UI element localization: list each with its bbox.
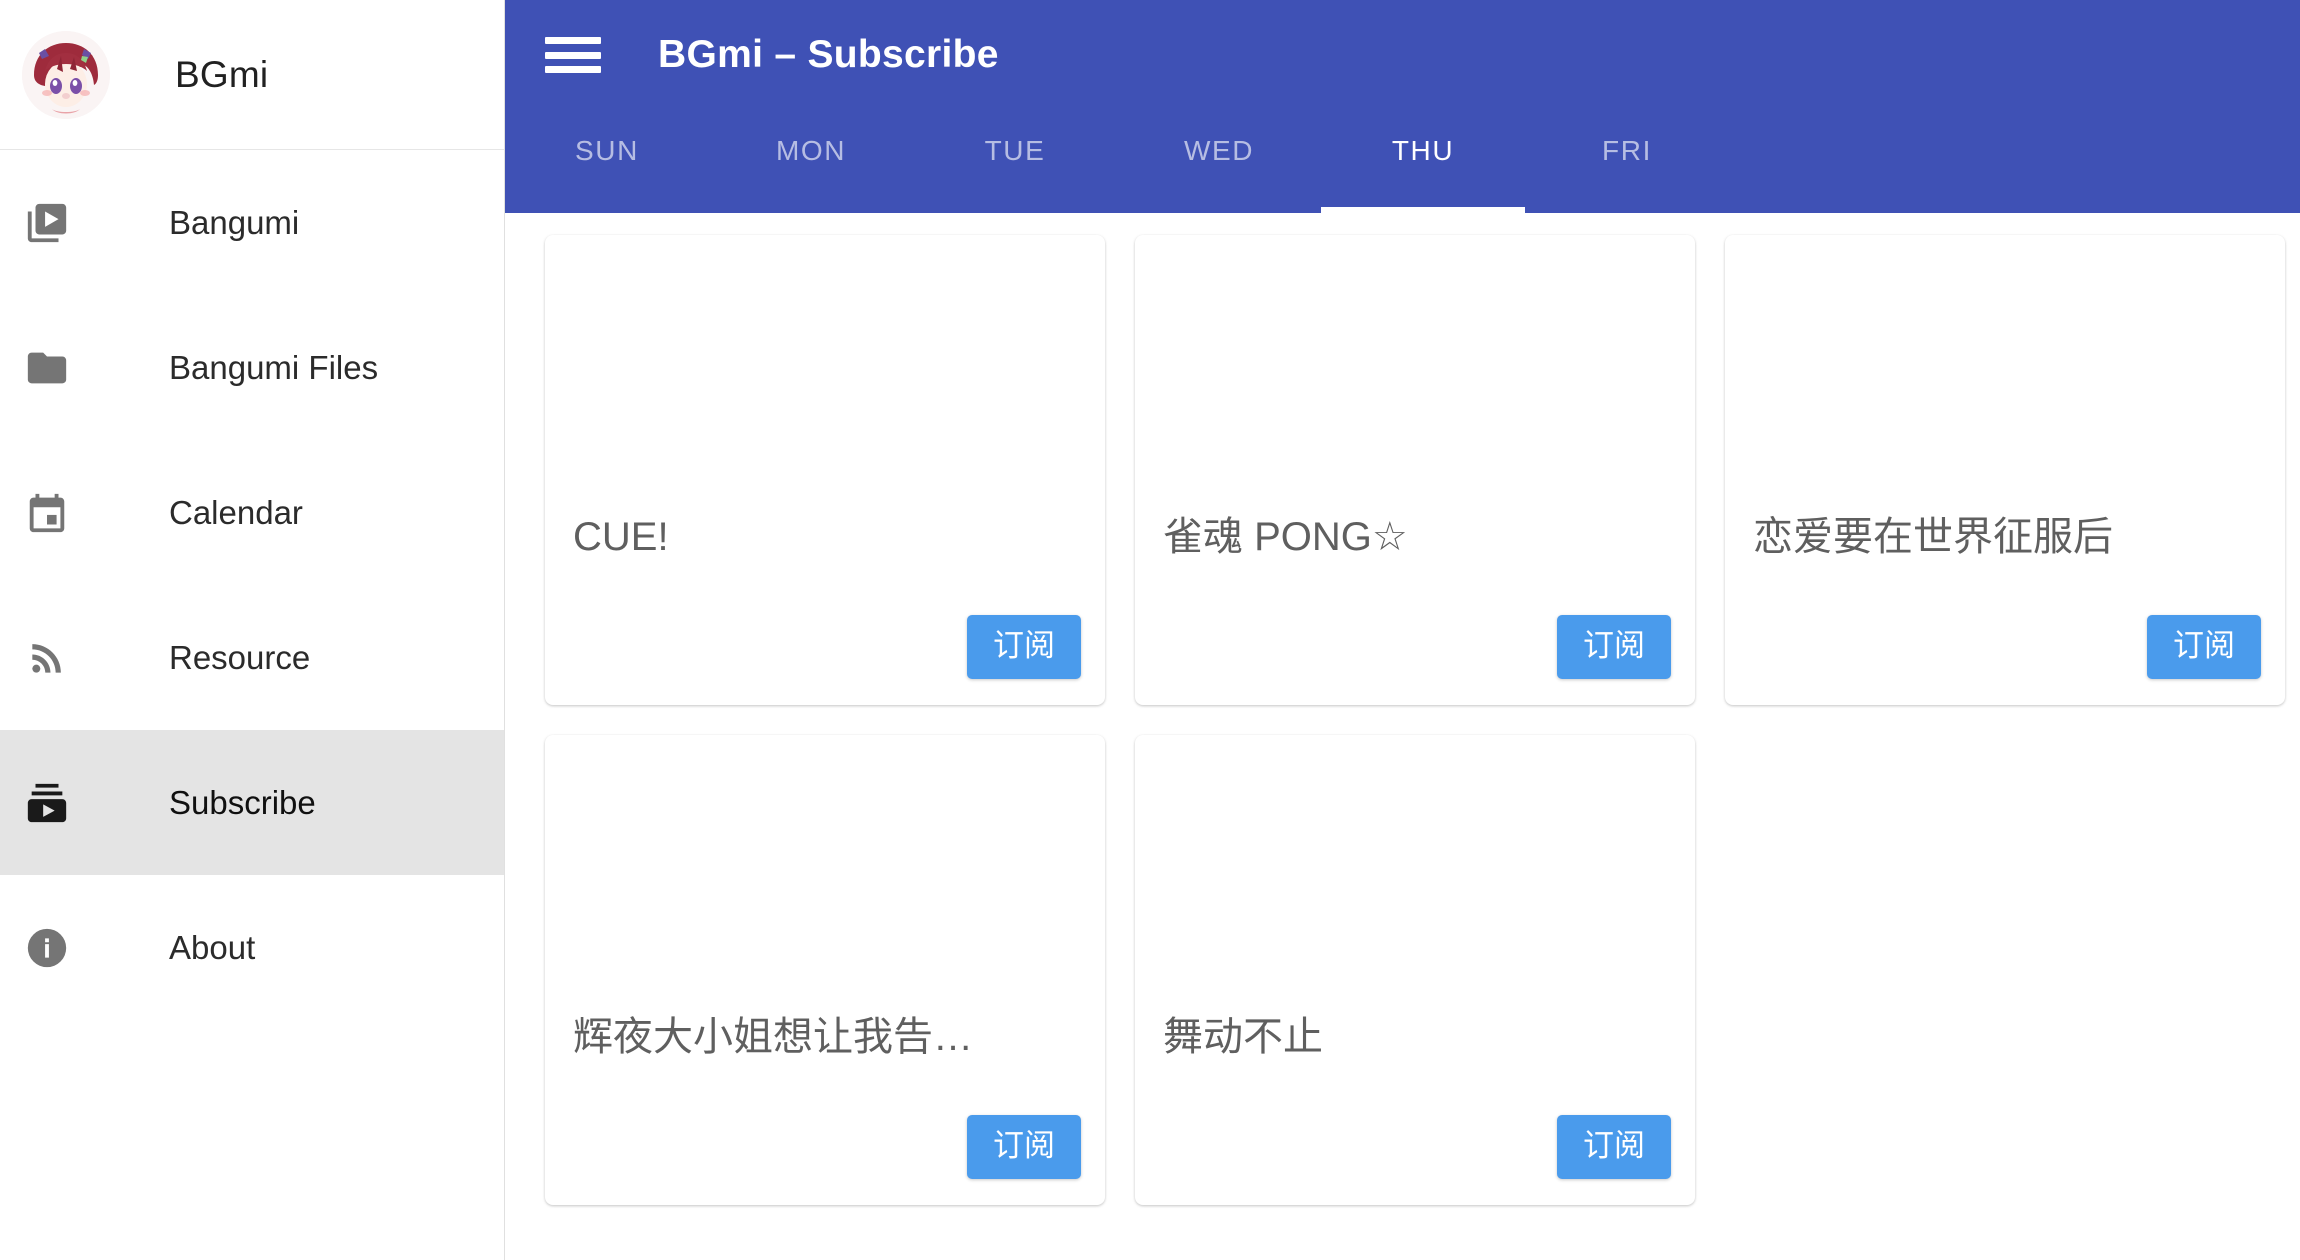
tab-thu[interactable]: THU <box>1321 110 1525 213</box>
hamburger-bar <box>545 51 601 59</box>
sidebar-item-bangumi[interactable]: Bangumi <box>0 150 504 295</box>
weekday-tabs: SUN MON TUE WED THU FRI <box>505 110 2300 213</box>
card-title: 舞动不止 <box>1163 1014 1323 1059</box>
tab-label: SUN <box>575 135 639 166</box>
card-title: 恋爱要在世界征服后 <box>1753 514 2113 559</box>
tab-sun[interactable]: SUN <box>505 110 709 213</box>
video-library-icon <box>22 198 72 248</box>
sidebar-item-label: Bangumi Files <box>169 348 379 386</box>
calendar-icon <box>22 488 72 538</box>
header-title-row: BGmi – Subscribe <box>505 0 2300 110</box>
page-title: BGmi – Subscribe <box>658 33 999 76</box>
tab-label: TUE <box>984 135 1046 166</box>
sidebar-item-label: Resource <box>169 638 311 676</box>
tab-label: MON <box>775 135 847 166</box>
bangumi-card-grid: CUE! 订阅 雀魂 PONG☆ 订阅 恋爱要在世界征服后 订阅 辉夜大小姐想让… <box>545 235 2300 1205</box>
card-actions: 订阅 <box>1135 614 1695 679</box>
sidebar-item-label: Subscribe <box>169 783 316 821</box>
brand-name: BGmi <box>175 53 269 95</box>
rss-feed-icon <box>22 633 72 683</box>
sidebar-item-label: About <box>169 928 256 966</box>
tab-label: WED <box>1183 135 1255 166</box>
bangumi-card[interactable]: 恋爱要在世界征服后 订阅 <box>1725 235 2285 705</box>
app-root: BGmi Bangumi Bangumi Files Calendar Reso… <box>0 0 2300 1260</box>
subscribe-button[interactable]: 订阅 <box>1557 1114 1671 1179</box>
bangumi-card[interactable]: 舞动不止 订阅 <box>1135 735 1695 1205</box>
subscribe-button[interactable]: 订阅 <box>1557 614 1671 679</box>
sidebar-item-subscribe[interactable]: Subscribe <box>0 730 504 875</box>
sidebar-brand-header: BGmi <box>0 0 504 150</box>
sidebar-item-label: Calendar <box>169 493 303 531</box>
info-circle-icon <box>22 923 72 973</box>
sidebar-item-calendar[interactable]: Calendar <box>0 440 504 585</box>
card-title: 雀魂 PONG☆ <box>1163 514 1408 559</box>
tab-label: THU <box>1391 135 1455 166</box>
tab-tue[interactable]: TUE <box>913 110 1117 213</box>
subscribe-button[interactable]: 订阅 <box>967 1114 1081 1179</box>
tab-fri[interactable]: FRI <box>1525 110 1729 213</box>
tab-label: FRI <box>1602 135 1652 166</box>
bangumi-card[interactable]: CUE! 订阅 <box>545 235 1105 705</box>
card-title: 辉夜大小姐想让我告… <box>573 1014 973 1059</box>
bangumi-card[interactable]: 辉夜大小姐想让我告… 订阅 <box>545 735 1105 1205</box>
app-header: BGmi – Subscribe SUN MON TUE WED THU FRI <box>505 0 2300 213</box>
hamburger-bar <box>545 66 601 73</box>
avatar <box>22 30 110 119</box>
bangumi-card[interactable]: 雀魂 PONG☆ 订阅 <box>1135 235 1695 705</box>
hamburger-bar <box>545 37 601 44</box>
sidebar-item-label: Bangumi <box>169 203 300 241</box>
main-content: CUE! 订阅 雀魂 PONG☆ 订阅 恋爱要在世界征服后 订阅 辉夜大小姐想让… <box>505 213 2300 1260</box>
sidebar-item-resource[interactable]: Resource <box>0 585 504 730</box>
card-actions: 订阅 <box>545 614 1105 679</box>
card-actions: 订阅 <box>1725 614 2285 679</box>
sidebar-item-about[interactable]: About <box>0 875 504 1020</box>
folder-icon <box>22 343 72 393</box>
tab-wed[interactable]: WED <box>1117 110 1321 213</box>
hamburger-menu-icon[interactable] <box>545 33 601 77</box>
subscribe-button[interactable]: 订阅 <box>2147 614 2261 679</box>
subscribe-button[interactable]: 订阅 <box>967 614 1081 679</box>
card-actions: 订阅 <box>545 1114 1105 1179</box>
card-title: CUE! <box>573 514 669 559</box>
sidebar-item-bangumi-files[interactable]: Bangumi Files <box>0 295 504 440</box>
tab-mon[interactable]: MON <box>709 110 913 213</box>
sidebar-nav: Bangumi Bangumi Files Calendar Resource … <box>0 150 504 1020</box>
sidebar: BGmi Bangumi Bangumi Files Calendar Reso… <box>0 0 505 1260</box>
subscriptions-icon <box>22 778 72 828</box>
card-actions: 订阅 <box>1135 1114 1695 1179</box>
